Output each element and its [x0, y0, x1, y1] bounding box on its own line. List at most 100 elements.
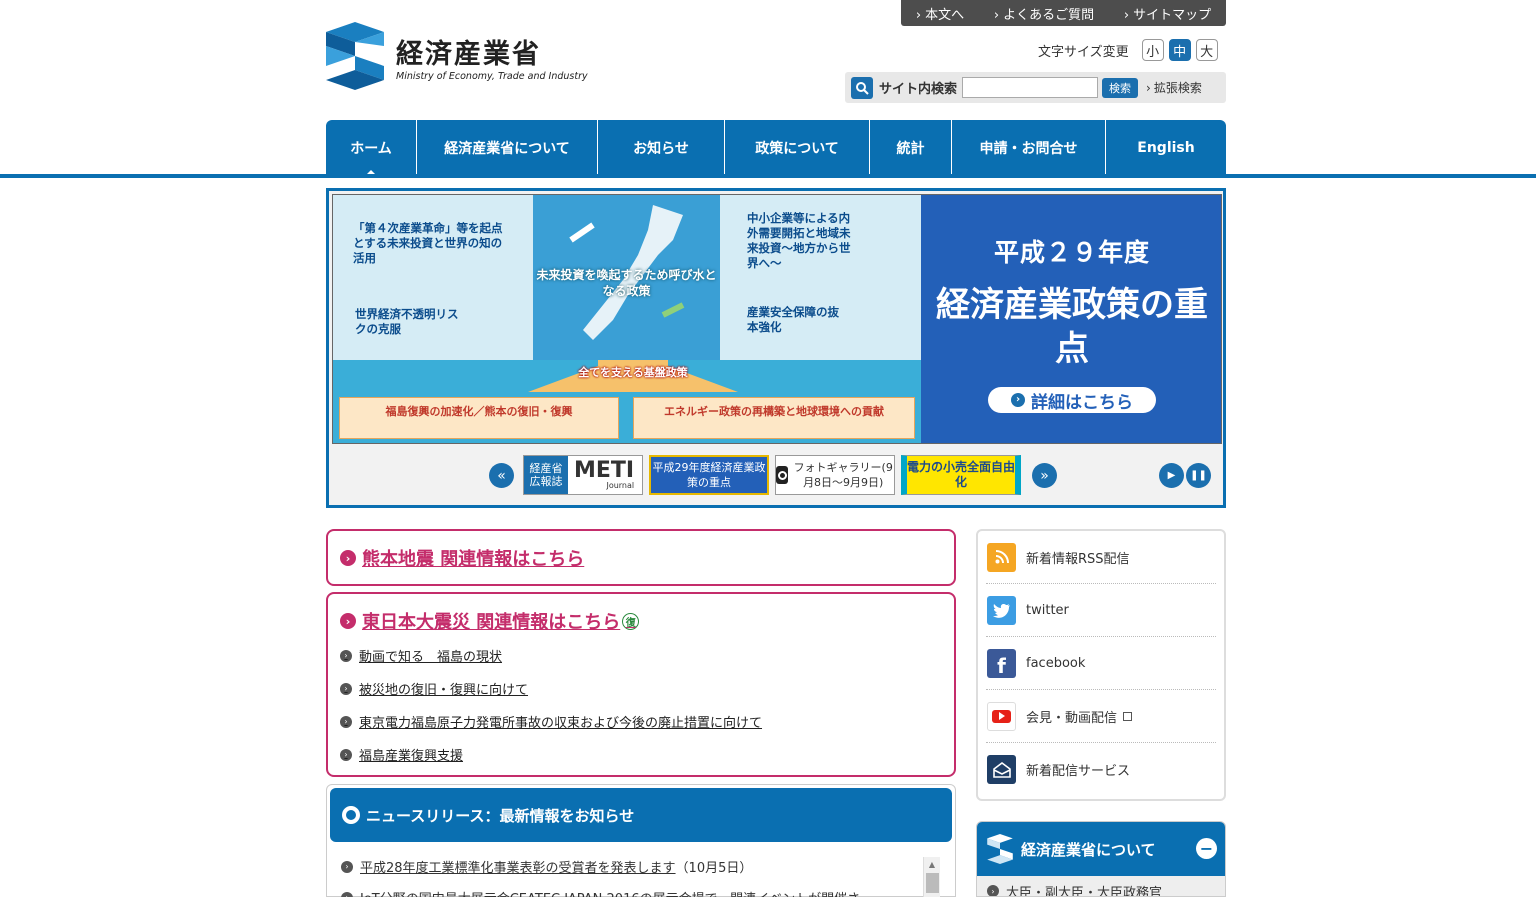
- chevron-right-icon: ›: [340, 682, 352, 695]
- nav-application-contact[interactable]: 申請・お問合せ: [952, 120, 1106, 175]
- carousel-thumbnails: « 経産省広報誌 METI Journal 平成29年度経済産業政策の重点 フォ…: [329, 453, 1223, 498]
- search-label: サイト内検索: [879, 82, 958, 97]
- logo-japanese-text: 経済産業省: [396, 39, 541, 70]
- about-meti-box: 経済産業省について − › 大臣・副大臣・大臣政務官: [976, 821, 1226, 897]
- main-nav: ホーム 経済産業省について お知らせ 政策について 統計 申請・お問合せ Eng…: [326, 120, 1226, 175]
- nav-news[interactable]: お知らせ: [598, 120, 725, 175]
- chevron-right-icon: ›: [340, 613, 356, 629]
- scrollbar-thumb[interactable]: [925, 873, 939, 893]
- base-arrow: 全てを支える基盤政策: [528, 360, 738, 400]
- facebook-icon: f: [987, 648, 1016, 678]
- nav-about[interactable]: 経済産業省について: [417, 120, 598, 175]
- news-item[interactable]: ›IoT分野の国内最大展示会CEATEC JAPAN 2016の展示会場で、関連…: [341, 888, 921, 897]
- tohoku-link[interactable]: › 東日本大震災 関連情報はこちら 復: [340, 608, 942, 634]
- thumb-meti-journal-label: 経産省広報誌: [524, 456, 568, 494]
- chevron-right-icon: ›: [340, 715, 352, 728]
- nav-policy[interactable]: 政策について: [725, 120, 870, 175]
- video-link[interactable]: 会見・動画配信: [986, 690, 1216, 743]
- kumamoto-link[interactable]: › 熊本地震 関連情報はこちら: [340, 545, 942, 571]
- tohoku-link-label: 東日本大震災 関連情報はこちら: [362, 612, 621, 633]
- chevron-right-icon: ›: [340, 649, 352, 662]
- scroll-up-icon[interactable]: ▲: [924, 860, 940, 869]
- nav-english[interactable]: English: [1106, 120, 1226, 175]
- chevron-right-icon: ›: [341, 891, 353, 897]
- policy-block-3: 中小企業等による内外需要開拓と地域未来投資～地方から世界へ～: [747, 211, 851, 270]
- policy-block-2: 世界経済不透明リスクの克服: [355, 307, 459, 336]
- faq-link[interactable]: よくあるご質問: [994, 4, 1094, 23]
- policy-diagram: 「第４次産業革命」等を起点とする未来投資と世界の知の活用 世界経済不透明リスクの…: [333, 195, 921, 443]
- carousel-pause-icon[interactable]: ❚❚: [1186, 463, 1211, 488]
- search-button[interactable]: 検索: [1102, 77, 1139, 98]
- font-size-small-button[interactable]: 小: [1141, 39, 1164, 61]
- youtube-icon: [987, 701, 1016, 731]
- policy-block-4: 産業安全保障の抜本強化: [747, 305, 839, 334]
- nav-statistics[interactable]: 統計: [870, 120, 952, 175]
- chevron-right-icon: ›: [1011, 393, 1025, 407]
- thumb-electricity-liberalization[interactable]: 電力の小売全面自由化: [901, 455, 1021, 495]
- site-logo[interactable]: 経済産業省 Ministry of Economy, Trade and Ind…: [326, 22, 588, 90]
- font-size-label: 文字サイズ変更: [1038, 44, 1129, 60]
- policy-block-1: 「第４次産業革命」等を起点とする未来投資と世界の知の活用: [353, 221, 503, 265]
- collapse-icon[interactable]: −: [1196, 838, 1217, 859]
- thumb-photo-gallery-label: フォトギャラリー(9月8日～9月9日): [793, 461, 893, 489]
- ring-icon: [342, 806, 360, 824]
- meti-logo-icon: [987, 834, 1013, 864]
- font-size-large-button[interactable]: 大: [1195, 39, 1218, 61]
- about-header[interactable]: 経済産業省について −: [977, 822, 1225, 876]
- chevron-right-icon: ›: [340, 550, 356, 566]
- skip-to-content-link[interactable]: 本文へ: [916, 4, 964, 23]
- news-scrollbar[interactable]: ▲: [923, 857, 940, 897]
- list-item[interactable]: › 東京電力福島原子力発電所事故の収束および今後の廃止措置に向けて: [340, 712, 942, 731]
- hero-banner[interactable]: 「第４次産業革命」等を起点とする未来投資と世界の知の活用 世界経済不透明リスクの…: [332, 194, 1222, 444]
- fiscal-year-text: 平成２９年度: [993, 238, 1150, 267]
- list-item[interactable]: › 被災地の復旧・復興に向けて: [340, 679, 942, 698]
- news-list: ›平成28年度工業標準化事業表彰の受賞者を発表します（10月5日） ›IoT分野…: [341, 857, 921, 897]
- tohoku-list: › 動画で知る 福島の現状 › 被災地の復旧・復興に向けて › 東京電力福島原子力発電…: [340, 646, 942, 764]
- list-item[interactable]: › 動画で知る 福島の現状: [340, 646, 942, 665]
- logo-english-text: Ministry of Economy, Trade and Industry: [396, 71, 588, 82]
- hero-detail-label: 詳細はこちら: [1031, 392, 1133, 413]
- japan-map-image: 未来投資を喚起するため呼び水となる政策: [533, 195, 720, 360]
- about-item[interactable]: › 大臣・副大臣・大臣政務官: [977, 876, 1225, 896]
- twitter-link[interactable]: twitter: [986, 584, 1216, 637]
- nav-home[interactable]: ホーム: [326, 120, 417, 175]
- font-size-medium-button[interactable]: 中: [1168, 39, 1191, 61]
- chevron-right-icon: ›: [341, 860, 353, 873]
- thumb-policy-priority[interactable]: 平成29年度経済産業政策の重点: [649, 455, 769, 495]
- carousel-prev-icon[interactable]: «: [489, 463, 514, 488]
- meti-logo-icon: [326, 22, 384, 90]
- external-link-icon: [1123, 711, 1133, 721]
- mail-service-link[interactable]: 新着配信サービス: [986, 743, 1216, 796]
- hero-detail-button[interactable]: › 詳細はこちら: [988, 387, 1156, 413]
- site-search: サイト内検索 検索 拡張検索: [845, 72, 1226, 103]
- reconstruction-badge-icon: 復: [622, 612, 640, 630]
- tohoku-box: › 東日本大震災 関連情報はこちら 復 › 動画で知る 福島の現状 › 被災地の復旧…: [326, 592, 956, 777]
- utility-bar: 本文へ よくあるご質問 サイトマップ: [901, 0, 1226, 26]
- mail-icon: [987, 755, 1016, 784]
- sitemap-link[interactable]: サイトマップ: [1124, 4, 1211, 23]
- chevron-right-icon: ›: [340, 748, 352, 761]
- policy-fukushima: 福島復興の加速化／熊本の復旧・復興: [339, 397, 619, 439]
- hero-headline: 経済産業政策の重点: [936, 285, 1208, 369]
- search-input[interactable]: [962, 77, 1099, 98]
- rss-link[interactable]: 新着情報RSS配信: [986, 531, 1216, 584]
- search-icon: [851, 76, 873, 99]
- font-size-switcher: 文字サイズ変更 小 中 大: [1038, 39, 1218, 61]
- twitter-icon: [987, 595, 1016, 625]
- carousel-next-icon[interactable]: »: [1032, 463, 1057, 488]
- news-item[interactable]: › 平成28年度工業標準化事業表彰の受賞者を発表します （10月5日）: [341, 857, 921, 876]
- carousel-play-icon[interactable]: ▶: [1159, 463, 1184, 488]
- center-policy-text: 未来投資を喚起するため呼び水となる政策: [536, 268, 717, 298]
- news-title: ニュースリリース：最新情報をお知らせ: [366, 806, 635, 825]
- facebook-link[interactable]: f facebook: [986, 637, 1216, 690]
- thumb-meti-journal[interactable]: 経産省広報誌 METI Journal: [523, 455, 643, 495]
- advanced-search-link[interactable]: 拡張検索: [1146, 79, 1202, 96]
- list-item[interactable]: › 福島産業復興支援: [340, 745, 942, 764]
- about-title: 経済産業省について: [1021, 840, 1156, 859]
- news-release-box: ニュースリリース：最新情報をお知らせ › 平成28年度工業標準化事業表彰の受賞者を…: [326, 784, 956, 897]
- rss-icon: [987, 542, 1016, 572]
- thumb-photo-gallery[interactable]: フォトギャラリー(9月8日～9月9日): [775, 455, 895, 495]
- camera-icon: [776, 466, 789, 484]
- base-policy-text: 全てを支える基盤政策: [578, 366, 688, 379]
- nav-underline: [0, 174, 1536, 178]
